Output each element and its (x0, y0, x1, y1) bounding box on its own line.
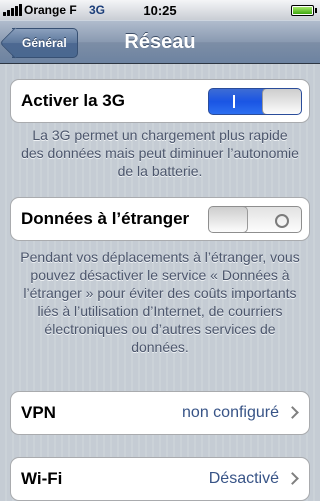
back-button-label: Général (22, 36, 67, 50)
status-bar: Orange F 3G 10:25 (0, 0, 320, 20)
wifi-value: Désactivé (208, 470, 279, 487)
roaming-cell: Données à l’étranger (10, 197, 310, 241)
switch-knob[interactable] (262, 89, 301, 114)
status-time: 10:25 (143, 3, 177, 18)
chevron-right-icon (286, 406, 299, 419)
wifi-label: Wi-Fi (21, 469, 63, 488)
roaming-footer: Pendant vos déplacements à l’étranger, v… (20, 249, 300, 355)
back-button[interactable]: Général (0, 27, 78, 59)
vpn-cell[interactable]: VPN non configuré (10, 391, 310, 435)
activate-3g-cell: Activer la 3G (10, 79, 310, 123)
navigation-bar: Réseau Général (0, 20, 320, 64)
vpn-value: non configuré (182, 404, 279, 421)
battery-level (293, 7, 312, 14)
wifi-cell[interactable]: Wi-Fi Désactivé (10, 457, 310, 501)
vpn-label: VPN (21, 403, 56, 422)
switch-knob[interactable] (209, 207, 248, 232)
activate-3g-label: Activer la 3G (21, 91, 125, 110)
activate-3g-footer: La 3G permet un chargement plus rapide d… (21, 127, 299, 179)
activate-3g-switch[interactable] (208, 88, 302, 115)
switch-on-icon (233, 95, 235, 108)
roaming-label: Données à l’étranger (21, 209, 190, 228)
switch-off-icon (275, 214, 289, 228)
chevron-right-icon (286, 472, 299, 485)
roaming-switch[interactable] (208, 206, 302, 233)
battery-icon (291, 5, 317, 16)
